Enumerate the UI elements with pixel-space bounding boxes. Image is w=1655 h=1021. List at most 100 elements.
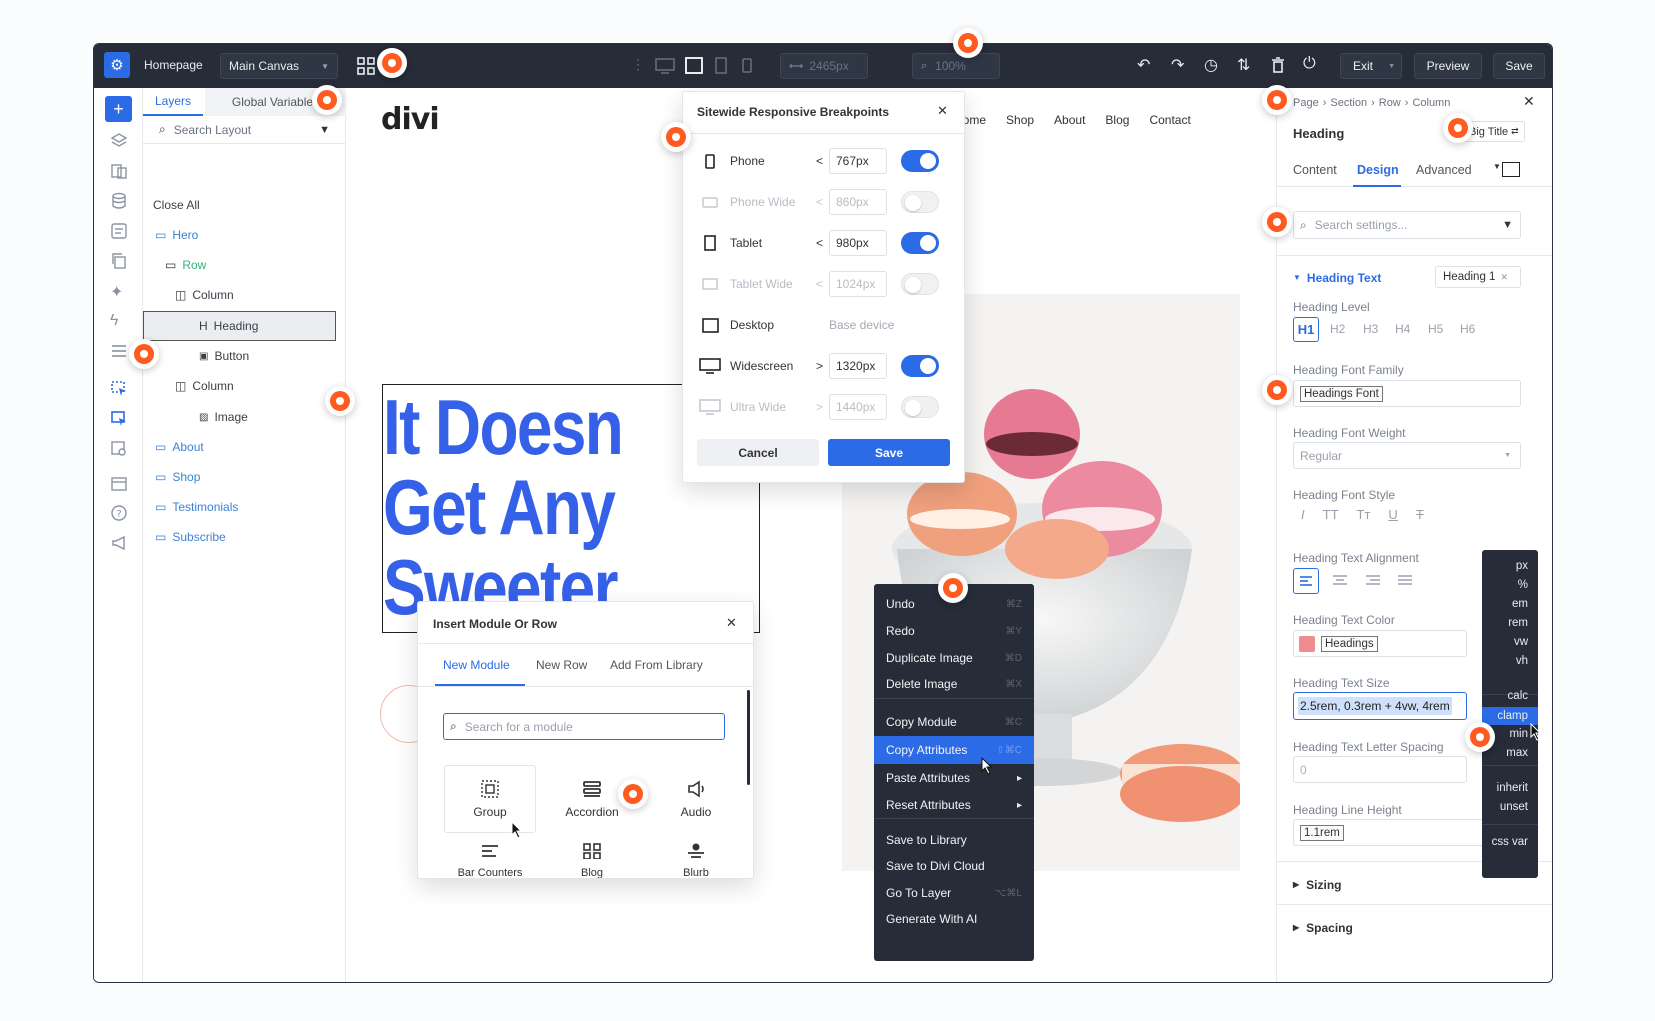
text-size-field[interactable]: 2.5rem, 0.3rem + 4vw, 4rem xyxy=(1293,692,1467,720)
layer-image[interactable]: ▨ Image xyxy=(199,410,248,424)
nav-shop[interactable]: Shop xyxy=(1006,113,1034,127)
tab-design[interactable]: Design xyxy=(1357,163,1399,177)
menu-item-reset-attributes[interactable]: Reset Attributes ▸ xyxy=(874,791,1034,819)
italic-icon[interactable]: I xyxy=(1301,507,1305,522)
hotspot-marker[interactable] xyxy=(325,386,355,416)
hotspot-marker[interactable] xyxy=(661,122,691,152)
menu-item-generate-with-ai[interactable]: Generate With AI xyxy=(874,905,1034,933)
layer-hero[interactable]: ▭ Hero xyxy=(155,228,198,242)
breakpoint-value-input[interactable]: 767px xyxy=(829,148,887,174)
tab-new-module[interactable]: New Module xyxy=(443,658,510,672)
device-select-icon[interactable]: ▼ xyxy=(1493,162,1501,171)
sizing-group-toggle[interactable]: ▶ Sizing xyxy=(1293,878,1342,892)
heading-text-group-toggle[interactable]: ▼ Heading Text xyxy=(1293,271,1381,285)
unit-option-rem[interactable]: rem xyxy=(1508,617,1528,629)
color-swatch[interactable] xyxy=(1299,635,1315,652)
breadcrumb-section[interactable]: Section xyxy=(1330,97,1367,109)
tab-advanced[interactable]: Advanced xyxy=(1416,163,1472,177)
tab-layers[interactable]: Layers xyxy=(143,88,203,116)
search-layout-icon[interactable] xyxy=(110,440,128,458)
capitalize-icon[interactable]: Tт xyxy=(1357,507,1371,522)
preview-button[interactable]: Preview xyxy=(1414,53,1482,79)
view-tablet-icon[interactable] xyxy=(715,57,727,74)
canvas-width-input[interactable]: ⟷ 2465px xyxy=(780,53,868,79)
filter-icon[interactable]: ▼ xyxy=(319,124,330,136)
tab-add-from-library[interactable]: Add From Library xyxy=(610,658,703,672)
menu-item-copy-attributes[interactable]: Copy Attributes ⇧⌘C xyxy=(874,736,1034,764)
exit-button[interactable]: Exit ▼ xyxy=(1340,53,1402,79)
hotspot-marker[interactable] xyxy=(938,573,968,603)
underline-icon[interactable]: U xyxy=(1388,507,1397,522)
layer-row[interactable]: ▭ Row xyxy=(165,258,206,272)
layer-heading[interactable]: H Heading xyxy=(199,319,258,333)
hotspot-marker[interactable] xyxy=(1262,207,1292,237)
help-icon[interactable]: ? xyxy=(110,504,128,522)
menu-item-copy-module[interactable]: Copy Module ⌘C xyxy=(874,708,1034,736)
unit-option-unset[interactable]: unset xyxy=(1500,801,1528,813)
group-preset-chip[interactable]: Heading 1 ✕ xyxy=(1435,266,1521,288)
unit-option-inherit[interactable]: inherit xyxy=(1497,782,1528,794)
hotspot-marker[interactable] xyxy=(1262,375,1292,405)
menu-item-redo[interactable]: Redo ⌘Y xyxy=(874,617,1034,645)
layer-column-2[interactable]: ◫ Column xyxy=(175,379,234,393)
scrollbar[interactable] xyxy=(747,690,750,785)
layer-testimonials[interactable]: ▭ Testimonials xyxy=(155,500,238,514)
cancel-button[interactable]: Cancel xyxy=(697,439,819,466)
hotspot-marker[interactable] xyxy=(312,85,342,115)
breakpoint-toggle[interactable] xyxy=(901,232,939,254)
heading-level-h2[interactable]: H2 xyxy=(1330,322,1345,336)
lightning-icon[interactable]: ϟ xyxy=(110,312,128,330)
save-button[interactable]: Save xyxy=(1493,53,1545,79)
view-desktop-icon[interactable] xyxy=(655,58,675,74)
layers-icon[interactable] xyxy=(110,132,128,150)
unit-option-px[interactable]: px xyxy=(1516,560,1528,572)
hotspot-marker[interactable] xyxy=(1262,85,1292,115)
menu-item-duplicate-image[interactable]: Duplicate Image ⌘D xyxy=(874,644,1034,672)
list-icon[interactable] xyxy=(110,342,128,360)
module-search-input[interactable]: ⌕ Search for a module xyxy=(443,713,725,740)
module-blurb[interactable]: Blurb xyxy=(650,843,742,878)
breakpoint-toggle[interactable] xyxy=(901,396,939,418)
sort-arrows-icon[interactable]: ⇅ xyxy=(1237,55,1250,75)
layer-column[interactable]: ◫ Column xyxy=(175,288,234,302)
remove-icon[interactable]: ✕ xyxy=(1500,272,1508,283)
layer-button[interactable]: ▣ Button xyxy=(199,349,249,363)
menu-item-save-to-divi-cloud[interactable]: Save to Divi Cloud xyxy=(874,852,1034,880)
zoom-input[interactable]: ⌕ 100% xyxy=(912,53,1000,79)
breakpoint-toggle[interactable] xyxy=(901,191,939,213)
canvas-grid-icon[interactable] xyxy=(357,57,375,75)
unit-option-vh[interactable]: vh xyxy=(1516,655,1528,667)
pages-icon[interactable] xyxy=(110,162,128,180)
unit-option-calc[interactable]: calc xyxy=(1508,690,1528,702)
heading-level-h5[interactable]: H5 xyxy=(1428,322,1443,336)
tab-new-row[interactable]: New Row xyxy=(536,658,587,672)
close-all-button[interactable]: Close All xyxy=(153,198,200,212)
hotspot-marker[interactable] xyxy=(129,339,159,369)
nav-about[interactable]: About xyxy=(1054,113,1085,127)
breadcrumb-column[interactable]: Column xyxy=(1412,97,1450,109)
site-logo[interactable]: divi xyxy=(381,102,440,137)
letter-spacing-field[interactable]: 0 xyxy=(1293,756,1467,783)
power-icon[interactable]: ⏻ xyxy=(1303,55,1316,73)
filter-icon[interactable]: ▼ xyxy=(1502,219,1513,231)
uppercase-icon[interactable]: TT xyxy=(1323,507,1339,522)
heading-level-h4[interactable]: H4 xyxy=(1395,322,1410,336)
redo-icon[interactable]: ↷ xyxy=(1171,55,1184,75)
database-icon[interactable] xyxy=(110,192,128,210)
ai-sparkle-icon[interactable]: ✦ xyxy=(110,282,128,301)
breakpoint-toggle[interactable] xyxy=(901,355,939,377)
menu-item-save-to-library[interactable]: Save to Library xyxy=(874,826,1034,854)
close-icon[interactable]: ✕ xyxy=(1523,93,1535,110)
module-audio[interactable]: Audio xyxy=(650,765,742,833)
more-vertical-icon[interactable]: ⋮ xyxy=(631,56,645,73)
spacing-group-toggle[interactable]: ▶ Spacing xyxy=(1293,921,1353,935)
breakpoint-value-input[interactable]: 1024px xyxy=(829,271,887,297)
breadcrumb-row[interactable]: Row xyxy=(1379,97,1401,109)
heading-level-h3[interactable]: H3 xyxy=(1363,322,1378,336)
divi-settings-button[interactable]: ⚙ xyxy=(104,52,130,78)
align-center-icon[interactable] xyxy=(1330,570,1350,590)
menu-item-go-to-layer[interactable]: Go To Layer ⌥⌘L xyxy=(874,879,1034,907)
font-family-field[interactable]: Headings Font xyxy=(1293,380,1521,407)
breakpoint-toggle[interactable] xyxy=(901,273,939,295)
unit-option-em[interactable]: em xyxy=(1512,598,1528,610)
